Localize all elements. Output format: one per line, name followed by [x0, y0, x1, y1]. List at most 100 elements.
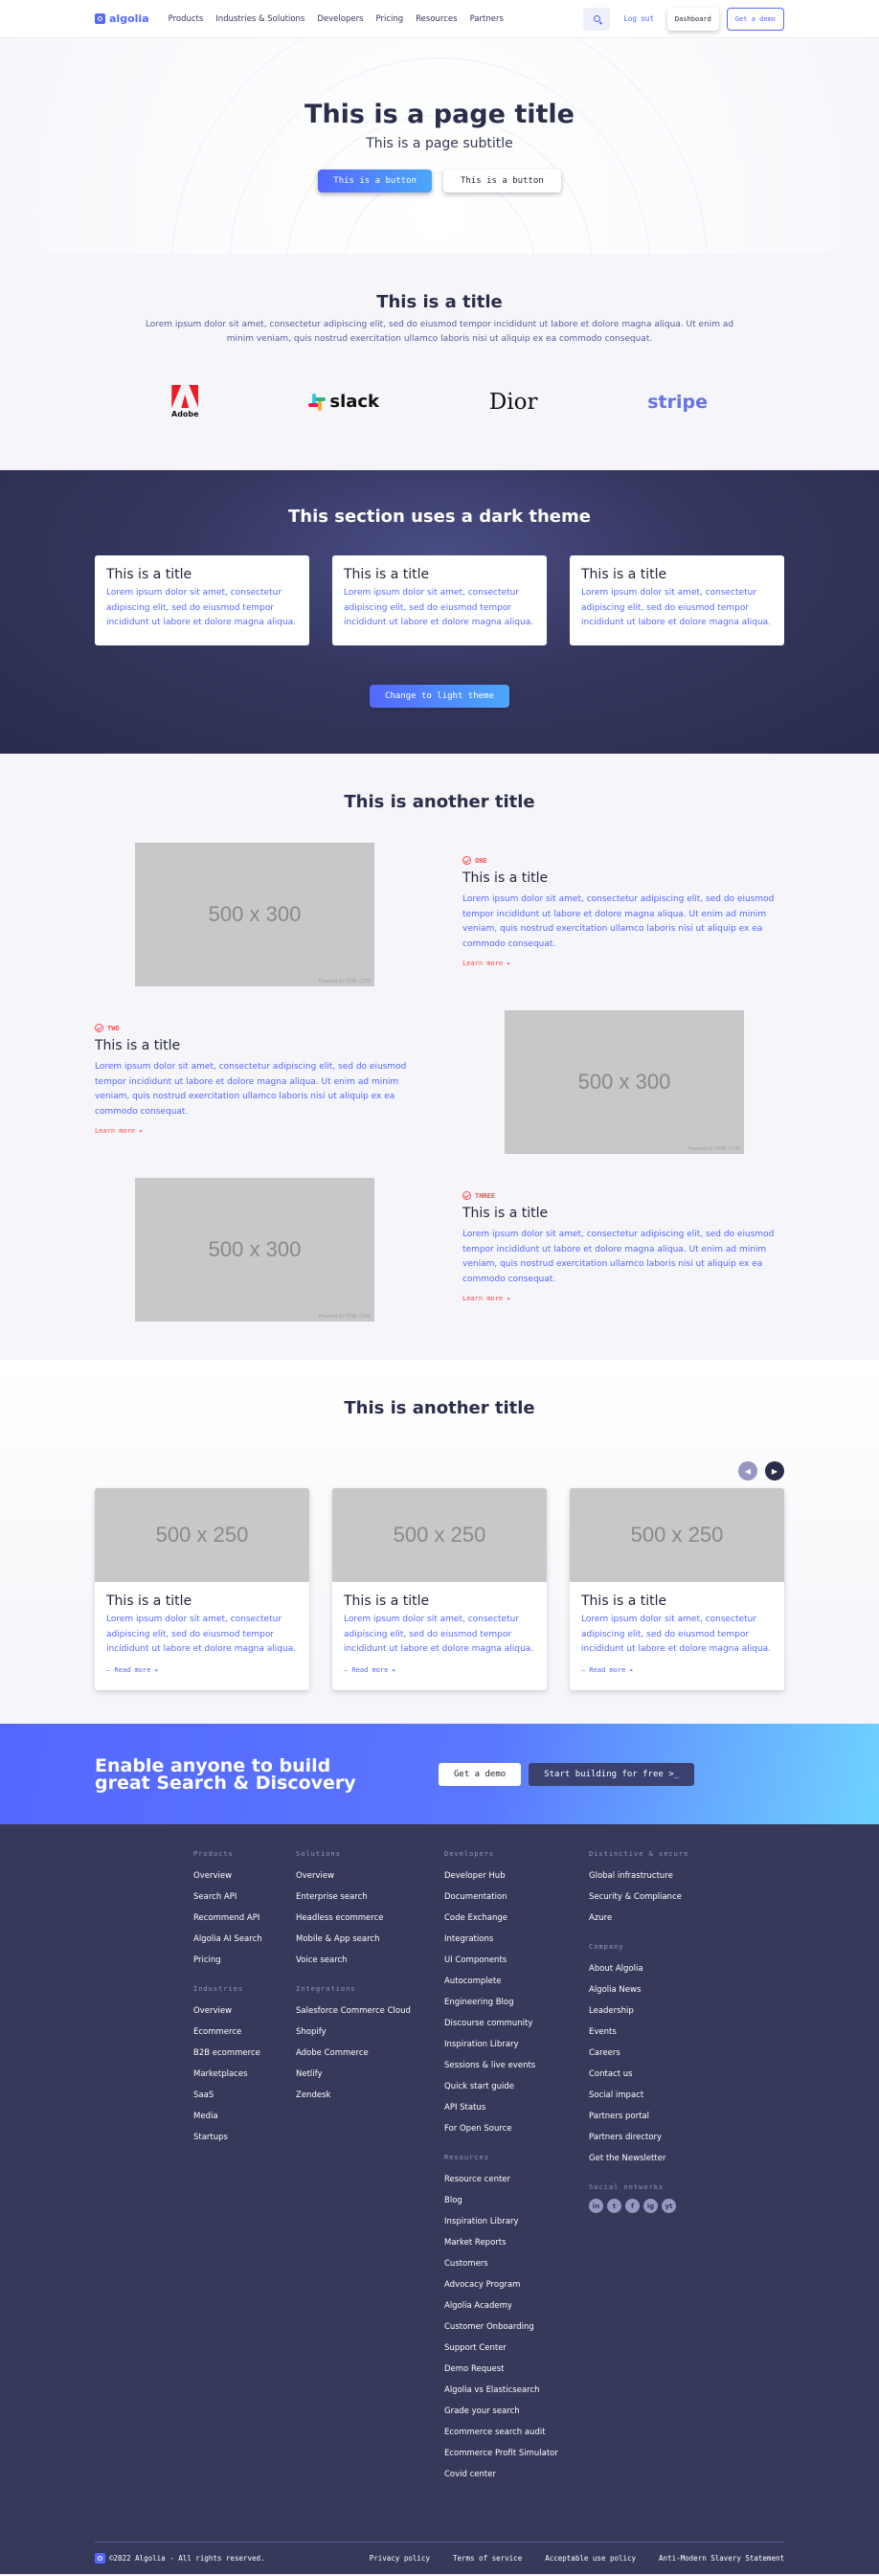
footer-link[interactable]: Support Center	[444, 2338, 558, 2359]
footer-link[interactable]: Sessions & live events	[444, 2055, 558, 2076]
footer-link[interactable]: Netlify	[296, 2064, 411, 2085]
cta-start-button[interactable]: Start building for free >_	[529, 1762, 695, 1786]
footer-link[interactable]: Resource center	[444, 2169, 558, 2190]
cta-demo-button[interactable]: Get a demo	[439, 1762, 522, 1786]
footer-link[interactable]: Security & Compliance	[589, 1887, 688, 1908]
footer-link[interactable]: Social impact	[589, 2085, 688, 2106]
footer-link[interactable]: Shopify	[296, 2022, 411, 2043]
footer-link[interactable]: Covid center	[444, 2464, 558, 2485]
footer-link[interactable]: Discourse community	[444, 2013, 558, 2034]
learn-more-link[interactable]: Learn more ▸	[462, 1295, 778, 1302]
footer-link[interactable]: Mobile & App search	[296, 1929, 411, 1950]
footer-link[interactable]: Marketplaces	[193, 2064, 262, 2085]
footer-link[interactable]: Integrations	[444, 1929, 558, 1950]
footer-link[interactable]: Customer Onboarding	[444, 2316, 558, 2338]
instagram-icon[interactable]: ig	[643, 2199, 658, 2213]
footer-link[interactable]: Algolia AI Search	[193, 1929, 262, 1950]
footer-link[interactable]: UI Components	[444, 1950, 558, 1971]
footer-link[interactable]: About Algolia	[589, 1958, 688, 1979]
facebook-icon[interactable]: f	[625, 2199, 640, 2213]
footer-heading: Company	[589, 1943, 624, 1951]
footer-link[interactable]: Overview	[296, 1865, 411, 1887]
footer-link[interactable]: Overview	[193, 2000, 262, 2022]
hero-primary-button[interactable]: This is a button	[318, 169, 432, 192]
nav-partners[interactable]: Partners	[470, 14, 504, 24]
linkedin-icon[interactable]: in	[589, 2199, 603, 2213]
footer-link[interactable]: Customers	[444, 2253, 558, 2274]
read-more-link[interactable]: — Read more ▸	[106, 1666, 298, 1674]
footer-link[interactable]: Get the Newsletter	[589, 2148, 688, 2169]
footer-link[interactable]: Algolia Academy	[444, 2295, 558, 2316]
footer-link[interactable]: Partners directory	[589, 2127, 688, 2148]
footer-link[interactable]: Media	[193, 2106, 262, 2127]
footer-link[interactable]: Enterprise search	[296, 1887, 411, 1908]
learn-more-link[interactable]: Learn more ▸	[462, 960, 778, 967]
logout-link[interactable]: Log out	[618, 14, 660, 23]
footer-link[interactable]: B2B ecommerce	[193, 2043, 262, 2064]
card-text: Lorem ipsum dolor sit amet, consectetur …	[106, 1615, 297, 1654]
footer-link[interactable]: Ecommerce search audit	[444, 2422, 558, 2443]
footer-link[interactable]: API Status	[444, 2097, 558, 2118]
algolia-logo[interactable]: algolia	[95, 12, 149, 25]
footer-link[interactable]: Inspiration Library	[444, 2211, 558, 2232]
nav-pricing[interactable]: Pricing	[376, 14, 404, 24]
footer-link[interactable]: Pricing	[193, 1950, 262, 1971]
carousel-prev-button[interactable]: ◀	[738, 1461, 757, 1480]
nav-developers[interactable]: Developers	[317, 14, 363, 24]
main-nav: Products Industries & Solutions Develope…	[169, 14, 504, 24]
footer-link[interactable]: Demo Request	[444, 2359, 558, 2380]
terms-link[interactable]: Terms of service	[453, 2554, 522, 2563]
search-button[interactable]	[583, 7, 611, 31]
footer-link[interactable]: Events	[589, 2022, 688, 2043]
footer-link[interactable]: Recommend API	[193, 1908, 262, 1929]
footer-link[interactable]: Global infrastructure	[589, 1865, 688, 1887]
footer-link[interactable]: Voice search	[296, 1950, 411, 1971]
twitter-icon[interactable]: t	[607, 2199, 621, 2213]
acceptable-use-link[interactable]: Acceptable use policy	[545, 2554, 636, 2563]
youtube-icon[interactable]: yt	[662, 2199, 676, 2213]
footer-link[interactable]: SaaS	[193, 2085, 262, 2106]
footer-link[interactable]: Ecommerce Profit Simulator	[444, 2443, 558, 2464]
footer-link[interactable]: Startups	[193, 2127, 262, 2148]
footer-link[interactable]: Search API	[193, 1887, 262, 1908]
footer-link[interactable]: Autocomplete	[444, 1971, 558, 1992]
footer-link[interactable]: Contact us	[589, 2064, 688, 2085]
nav-products[interactable]: Products	[169, 14, 204, 24]
footer-link[interactable]: Documentation	[444, 1887, 558, 1908]
footer-link[interactable]: Partners portal	[589, 2106, 688, 2127]
footer-link[interactable]: Ecommerce	[193, 2022, 262, 2043]
get-demo-button[interactable]: Get a demo	[726, 7, 784, 31]
footer-link[interactable]: Leadership	[589, 2000, 688, 2022]
footer-link[interactable]: Advocacy Program	[444, 2274, 558, 2295]
anti-slavery-link[interactable]: Anti-Modern Slavery Statement	[659, 2554, 784, 2563]
footer-link[interactable]: Adobe Commerce	[296, 2043, 411, 2064]
footer-link[interactable]: Inspiration Library	[444, 2034, 558, 2055]
carousel-next-button[interactable]: ▶	[765, 1461, 784, 1480]
footer-link[interactable]: Developer Hub	[444, 1865, 558, 1887]
footer-link[interactable]: Blog	[444, 2190, 558, 2211]
learn-more-link[interactable]: Learn more ▸	[95, 1127, 411, 1135]
read-more-link[interactable]: — Read more ▸	[344, 1666, 535, 1674]
change-theme-button[interactable]: Change to light theme	[370, 685, 509, 708]
footer-link[interactable]: Careers	[589, 2043, 688, 2064]
footer-link[interactable]: Market Reports	[444, 2232, 558, 2253]
footer-link[interactable]: Algolia News	[589, 1979, 688, 2000]
footer-link[interactable]: Overview	[193, 1865, 262, 1887]
hero-secondary-button[interactable]: This is a button	[443, 169, 561, 192]
footer-link[interactable]: For Open Source	[444, 2118, 558, 2139]
footer-link[interactable]: Quick start guide	[444, 2076, 558, 2097]
footer-link[interactable]: Code Exchange	[444, 1908, 558, 1929]
search-icon	[593, 15, 600, 22]
footer-link[interactable]: Grade your search	[444, 2401, 558, 2422]
privacy-link[interactable]: Privacy policy	[370, 2554, 430, 2563]
footer-link[interactable]: Azure	[589, 1908, 688, 1929]
dashboard-button[interactable]: Dashboard	[666, 7, 719, 31]
nav-industries[interactable]: Industries & Solutions	[215, 14, 304, 24]
footer-link[interactable]: Engineering Blog	[444, 1992, 558, 2013]
read-more-link[interactable]: — Read more ▸	[581, 1666, 773, 1674]
footer-link[interactable]: Algolia vs Elasticsearch	[444, 2380, 558, 2401]
footer-link[interactable]: Headless ecommerce	[296, 1908, 411, 1929]
footer-link[interactable]: Zendesk	[296, 2085, 411, 2106]
footer-link[interactable]: Salesforce Commerce Cloud	[296, 2000, 411, 2022]
nav-resources[interactable]: Resources	[416, 14, 457, 24]
